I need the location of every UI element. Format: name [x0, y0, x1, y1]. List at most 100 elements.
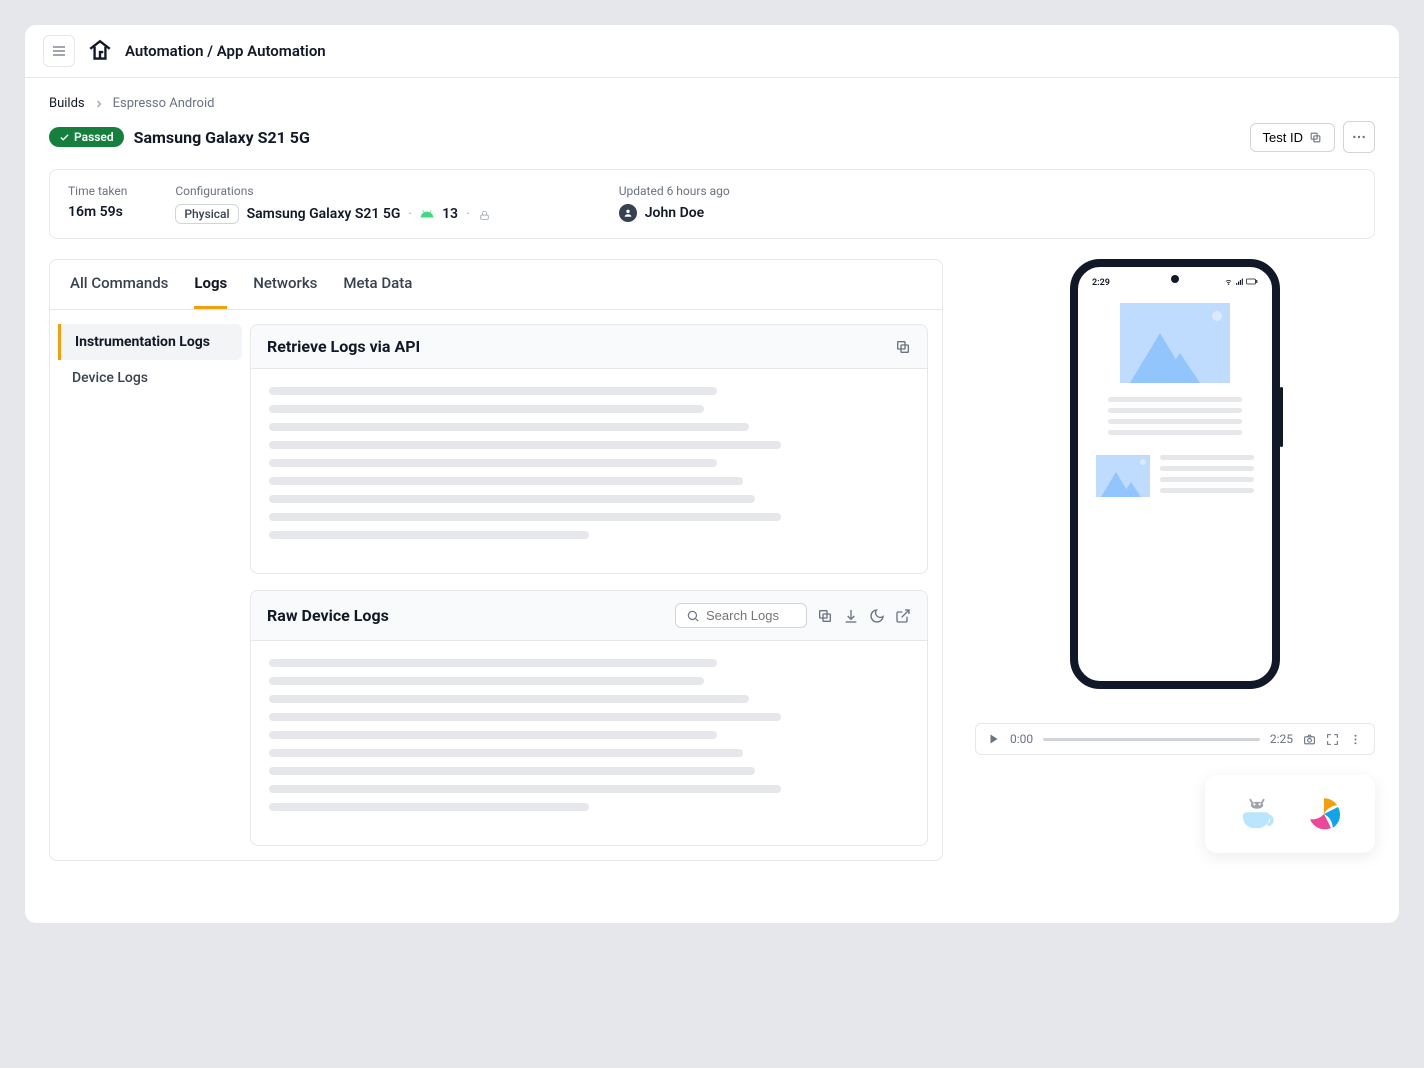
- wifi-icon: [1224, 277, 1233, 286]
- app-window: Automation / App Automation Builds Espre…: [24, 24, 1400, 924]
- tab-logs[interactable]: Logs: [194, 260, 227, 309]
- placeholder-line: [269, 659, 717, 667]
- device-icon: [478, 208, 491, 221]
- meta-config-label: Configurations: [175, 184, 490, 198]
- fullscreen-icon[interactable]: [1326, 733, 1339, 746]
- sidebar-item-instrumentation[interactable]: Instrumentation Logs: [58, 324, 242, 360]
- placeholder-line: [269, 387, 717, 395]
- two-column-layout: All Commands Logs Networks Meta Data Ins…: [49, 259, 1375, 861]
- logs-layout: Instrumentation Logs Device Logs Retriev…: [50, 310, 942, 860]
- breadcrumb-sub: App Automation: [217, 42, 326, 60]
- placeholder-line: [1108, 419, 1242, 424]
- hamburger-icon: [51, 43, 67, 59]
- placeholder-line: [1108, 430, 1242, 435]
- video-player[interactable]: 0:00 2:25: [975, 723, 1375, 755]
- config-device: Samsung Galaxy S21 5G: [247, 206, 401, 222]
- player-progress[interactable]: [1043, 738, 1260, 741]
- hamburger-menu-button[interactable]: [43, 35, 75, 67]
- search-field[interactable]: [706, 608, 796, 623]
- placeholder-line: [269, 513, 781, 521]
- raw-logs-body: [251, 641, 927, 845]
- content: Builds Espresso Android Passed Samsung G…: [25, 78, 1399, 891]
- placeholder-line: [269, 749, 743, 757]
- camera-icon[interactable]: [1303, 733, 1316, 746]
- meta-time: Time taken 16m 59s: [68, 184, 127, 224]
- player-current: 0:00: [1010, 732, 1033, 746]
- status-badge: Passed: [49, 127, 124, 147]
- user-name: John Doe: [645, 205, 704, 221]
- title-actions: Test ID: [1250, 121, 1375, 153]
- status-text: Passed: [74, 130, 114, 144]
- meta-user-row: John Doe: [619, 204, 730, 222]
- check-icon: [59, 132, 70, 143]
- meta-updated: Updated 6 hours ago John Doe: [619, 184, 730, 224]
- meta-time-value: 16m 59s: [68, 204, 127, 220]
- meta-config-row: Physical Samsung Galaxy S21 5G · 13 ·: [175, 204, 490, 224]
- espresso-icon: [1236, 793, 1278, 835]
- tab-networks[interactable]: Networks: [253, 260, 317, 309]
- test-id-button[interactable]: Test ID: [1250, 123, 1335, 152]
- meta-updated-label: Updated 6 hours ago: [619, 184, 730, 198]
- player-total: 2:25: [1270, 732, 1293, 746]
- title-row: Passed Samsung Galaxy S21 5G Test ID: [49, 121, 1375, 153]
- tab-all-commands[interactable]: All Commands: [70, 260, 168, 309]
- phone-mockup: 2:29: [1070, 259, 1280, 689]
- chevron-right-icon: [93, 98, 105, 110]
- placeholder-line: [269, 405, 704, 413]
- meta-config: Configurations Physical Samsung Galaxy S…: [175, 184, 490, 224]
- placeholder-image: [1120, 303, 1230, 383]
- api-logs-title: Retrieve Logs via API: [267, 337, 420, 356]
- api-logs-header: Retrieve Logs via API: [251, 325, 927, 369]
- breadcrumb-root: Automation: [125, 42, 204, 60]
- placeholder-line: [269, 695, 749, 703]
- placeholder-image-small: [1096, 455, 1150, 497]
- external-link-icon[interactable]: [895, 608, 911, 624]
- moon-icon[interactable]: [869, 608, 885, 624]
- raw-logs-tools: [675, 603, 911, 628]
- phone-camera-icon: [1171, 275, 1179, 283]
- more-actions-button[interactable]: [1343, 121, 1375, 153]
- api-logs-body: [251, 369, 927, 573]
- brand-logo-icon: [87, 38, 113, 64]
- placeholder-line: [269, 767, 755, 775]
- logs-sidebar: Instrumentation Logs Device Logs: [50, 310, 250, 860]
- placeholder-line: [1160, 466, 1254, 471]
- placeholder-line: [269, 441, 781, 449]
- copy-icon[interactable]: [895, 339, 911, 355]
- placeholder-line: [269, 459, 717, 467]
- search-icon: [686, 609, 700, 623]
- dots-vertical-icon[interactable]: [1349, 733, 1362, 746]
- placeholder-line: [269, 731, 717, 739]
- sidebar-item-device-logs[interactable]: Device Logs: [58, 360, 242, 396]
- device-preview-pane: 2:29: [975, 259, 1375, 853]
- phone-status-icons: [1224, 277, 1259, 289]
- dots-horizontal-icon: [1351, 129, 1367, 145]
- placeholder-line: [269, 495, 755, 503]
- phone-list-row: [1088, 455, 1262, 499]
- placeholder-line: [1160, 477, 1254, 482]
- placeholder-line: [1108, 397, 1242, 402]
- placeholder-line: [269, 531, 589, 539]
- avatar-icon: [619, 204, 637, 222]
- download-icon[interactable]: [843, 608, 859, 624]
- play-icon[interactable]: [988, 733, 1000, 745]
- phone-content: [1088, 289, 1262, 499]
- tabs: All Commands Logs Networks Meta Data: [50, 260, 942, 310]
- logs-main: Retrieve Logs via API: [250, 310, 942, 860]
- placeholder-line: [269, 713, 781, 721]
- placeholder-line: [269, 803, 589, 811]
- raw-logs-header: Raw Device Logs: [251, 591, 927, 641]
- placeholder-line: [269, 785, 781, 793]
- copy-icon[interactable]: [817, 608, 833, 624]
- placeholder-line: [269, 477, 743, 485]
- tab-meta-data[interactable]: Meta Data: [343, 260, 412, 309]
- search-logs-input[interactable]: [675, 603, 807, 628]
- breadcrumb-builds[interactable]: Builds: [49, 96, 85, 111]
- appium-icon: [1303, 793, 1345, 835]
- placeholder-line: [269, 677, 704, 685]
- test-id-label: Test ID: [1263, 130, 1303, 145]
- logs-pane: All Commands Logs Networks Meta Data Ins…: [49, 259, 943, 861]
- phone-time: 2:29: [1092, 278, 1110, 288]
- copy-icon: [1309, 131, 1322, 144]
- meta-card: Time taken 16m 59s Configurations Physic…: [49, 169, 1375, 239]
